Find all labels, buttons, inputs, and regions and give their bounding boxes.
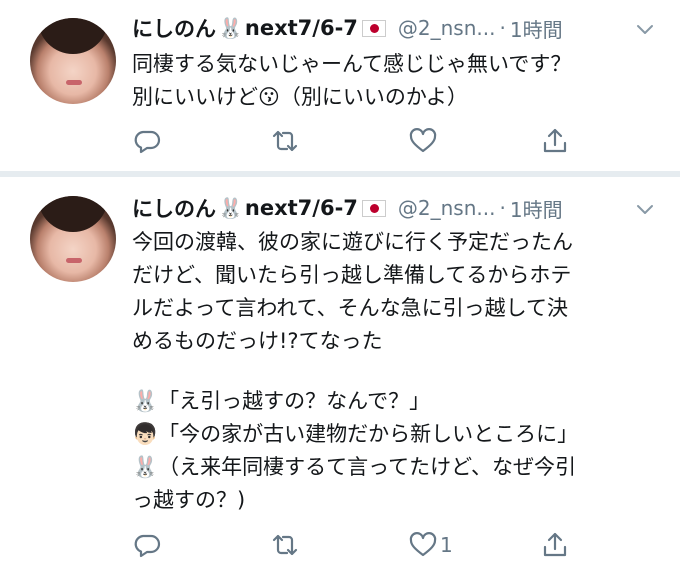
tweet-text-line: めるものだっけ!?てなった <box>132 329 383 353</box>
share-icon <box>543 532 567 557</box>
rabbit-emoji: 🐰 <box>218 16 243 40</box>
japan-flag-icon <box>361 199 386 217</box>
heart-icon <box>409 128 437 153</box>
reply-button[interactable] <box>132 124 162 158</box>
share-button[interactable] <box>540 528 570 562</box>
tweet-text-line: 🐰（え来年同棲するて言ってたけど、なぜ今引 <box>132 455 577 479</box>
separator-dot: · <box>499 196 506 220</box>
japan-flag-icon <box>361 19 386 37</box>
like-count: 1 <box>440 533 453 557</box>
tweet-text: 同棲する気ないじゃーんて感じじゃ無いです？ 別にいいけど😗（別にいいのかよ） <box>132 48 652 114</box>
retweet-icon <box>272 534 298 556</box>
action-bar <box>132 124 582 158</box>
like-button[interactable]: 1 <box>408 528 453 562</box>
tweet-text-line: っ越すの？) <box>132 488 246 512</box>
share-icon <box>543 128 567 153</box>
retweet-button[interactable] <box>270 528 300 562</box>
chevron-down-icon[interactable] <box>636 204 654 216</box>
avatar[interactable] <box>30 18 116 104</box>
user-handle[interactable]: @2_nsn... <box>398 16 496 40</box>
display-name[interactable]: にしのん <box>132 193 216 223</box>
display-name-suffix[interactable]: next7/6-7 <box>245 196 358 220</box>
timestamp[interactable]: 1時間 <box>510 14 563 43</box>
retweet-icon <box>272 130 298 152</box>
avatar[interactable] <box>30 196 116 282</box>
reply-icon <box>134 130 161 154</box>
tweet-text-line: 同棲する気ないじゃーんて感じじゃ無いです？ <box>132 52 572 76</box>
tweet-text-line: だけど、聞いたら引っ越し準備してるからホテ <box>132 263 572 287</box>
tweet-text-line: 👦🏻「今の家が古い建物だから新しいところに」 <box>132 422 579 446</box>
rabbit-emoji: 🐰 <box>218 196 243 220</box>
like-button[interactable] <box>408 124 440 158</box>
display-name-suffix[interactable]: next7/6-7 <box>245 16 358 40</box>
tweet-header: にしのん 🐰 next7/6-7 @2_nsn... · 1時間 <box>132 193 563 223</box>
separator-dot: · <box>499 16 506 40</box>
timestamp[interactable]: 1時間 <box>510 194 563 223</box>
heart-icon <box>409 532 437 557</box>
tweet-text: 今回の渡韓、彼の家に遊びに行く予定だったん だけど、聞いたら引っ越し準備してるか… <box>132 226 652 517</box>
share-button[interactable] <box>540 124 570 158</box>
tweet-text-line: 別にいいけど😗（別にいいのかよ） <box>132 85 468 109</box>
chevron-down-icon[interactable] <box>636 24 654 36</box>
tweet-text-line: 🐰「え引っ越すの？なんで？」 <box>132 389 431 413</box>
tweet[interactable]: にしのん 🐰 next7/6-7 @2_nsn... · 1時間 今回の渡韓、彼… <box>0 176 680 579</box>
tweet-text-line: ルだよって言われて、そんな急に引っ越して決 <box>132 296 568 320</box>
user-handle[interactable]: @2_nsn... <box>398 196 496 220</box>
display-name[interactable]: にしのん <box>132 13 216 43</box>
tweet-header: にしのん 🐰 next7/6-7 @2_nsn... · 1時間 <box>132 13 563 43</box>
action-bar: 1 <box>132 528 582 562</box>
tweet-text-line: 今回の渡韓、彼の家に遊びに行く予定だったん <box>132 230 573 254</box>
retweet-button[interactable] <box>270 124 300 158</box>
reply-button[interactable] <box>132 528 162 562</box>
reply-icon <box>134 534 161 558</box>
tweet[interactable]: にしのん 🐰 next7/6-7 @2_nsn... · 1時間 同棲する気ない… <box>0 0 680 172</box>
